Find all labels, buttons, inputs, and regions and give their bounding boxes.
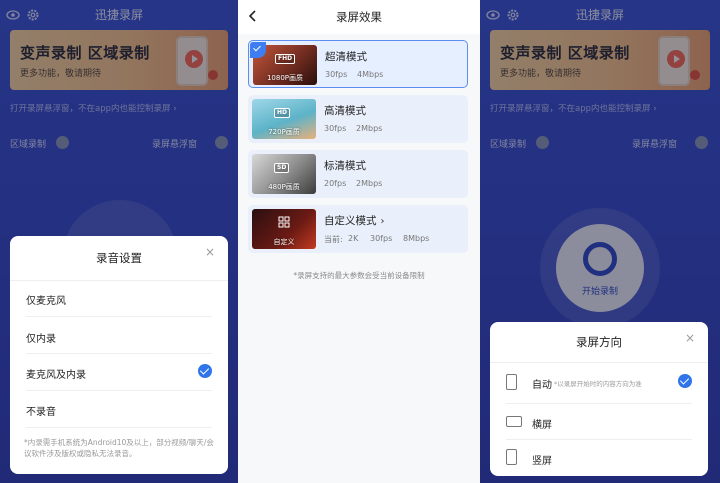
mode-thumbnail: HD 720P画质 — [252, 99, 316, 139]
audio-option-none[interactable]: 不录音 — [10, 391, 228, 427]
audio-settings-sheet: 录音设置 × 仅麦克风 仅内录 麦克风及内录 不录音 *内录需手机系统为Andr… — [10, 236, 228, 474]
close-icon[interactable]: × — [682, 330, 698, 346]
header: 录屏效果 — [238, 0, 480, 34]
option-label: 自动 — [532, 380, 552, 391]
custom-mode-name: 自定义模式 — [324, 215, 377, 227]
thumbnail-caption: 自定义 — [273, 238, 295, 246]
checkmark-icon — [198, 364, 212, 378]
option-label: 仅麦克风 — [26, 296, 66, 307]
thumbnail-caption: 720P画质 — [268, 128, 300, 136]
grid-icon — [278, 216, 290, 228]
mode-card-fhd[interactable]: FHD 1080P画质 超清模式 30fps 4Mbps — [248, 40, 468, 88]
option-hint: *以录屏开始时的内容方向为准 — [554, 380, 642, 388]
quality-badge: SD — [274, 163, 290, 173]
custom-resolution: 2K — [348, 234, 359, 243]
sheet-title: 录音设置 — [96, 251, 142, 265]
audio-settings-screen: 迅捷录屏 变声录制 区域录制 更多功能，敬请期待 打开录屏悬浮窗，不在app内也… — [0, 0, 238, 483]
mode-name: 自定义模式 › — [324, 213, 385, 228]
mode-name: 标清模式 — [324, 160, 366, 172]
orientation-settings-screen: 迅捷录屏 变声录制 区域录制 更多功能，敬请期待 打开录屏悬浮窗，不在app内也… — [480, 0, 720, 483]
current-label: 当前: — [324, 235, 343, 244]
mode-fps: 20fps — [324, 179, 347, 188]
mode-bitrate: 4Mbps — [357, 70, 384, 79]
orientation-option-landscape[interactable]: 横屏 — [490, 404, 708, 440]
option-label: 不录音 — [26, 407, 56, 418]
audio-note: *内录需手机系统为Android10及以上，部分视频/聊天/会议软件涉及版权或隐… — [24, 438, 214, 458]
sheet-title: 录屏方向 — [576, 335, 622, 349]
mode-fps: 30fps — [325, 70, 348, 79]
auto-rotate-icon — [506, 374, 517, 390]
mode-bitrate: 2Mbps — [356, 124, 383, 133]
chevron-right-icon: › — [380, 216, 385, 227]
checkmark-icon — [678, 374, 692, 388]
selected-check-icon — [250, 42, 266, 58]
mode-name: 超清模式 — [325, 51, 367, 63]
mode-card-custom[interactable]: 自定义 自定义模式 › 当前: 2K 30fps 8Mbps — [248, 205, 468, 253]
mode-name: 高清模式 — [324, 105, 366, 117]
recording-quality-screen: 录屏效果 FHD 1080P画质 超清模式 30fps 4Mbps HD 720… — [238, 0, 480, 483]
close-icon[interactable]: × — [202, 244, 218, 260]
quality-badge: FHD — [275, 54, 296, 64]
thumbnail-caption: 1080P画质 — [266, 74, 304, 82]
mode-thumbnail: SD 480P画质 — [252, 154, 316, 194]
mode-bitrate: 8Mbps — [403, 234, 430, 243]
orientation-option-auto[interactable]: 自动 *以录屏开始时的内容方向为准 — [490, 364, 708, 400]
mode-card-sd[interactable]: SD 480P画质 标清模式 20fps 2Mbps — [248, 150, 468, 198]
page-title: 录屏效果 — [336, 10, 382, 24]
orientation-sheet: 录屏方向 × 自动 *以录屏开始时的内容方向为准 横屏 竖屏 — [490, 322, 708, 476]
orientation-option-portrait[interactable]: 竖屏 — [490, 440, 708, 476]
option-label: 横屏 — [532, 420, 552, 431]
mode-card-hd[interactable]: HD 720P画质 高清模式 30fps 2Mbps — [248, 95, 468, 143]
audio-option-internal-only[interactable]: 仅内录 — [10, 318, 228, 354]
option-label: 竖屏 — [532, 456, 552, 467]
mode-thumbnail: 自定义 — [252, 209, 316, 249]
audio-option-mic-and-internal[interactable]: 麦克风及内录 — [10, 354, 228, 390]
mode-fps: 30fps — [370, 234, 393, 243]
mode-bitrate: 2Mbps — [356, 179, 383, 188]
portrait-icon — [506, 449, 517, 465]
divider — [490, 362, 708, 363]
mode-fps: 30fps — [324, 124, 347, 133]
landscape-icon — [506, 416, 522, 427]
option-label: 仅内录 — [26, 334, 56, 345]
device-limit-note: *录屏支持的最大参数会受当前设备限制 — [293, 271, 425, 280]
quality-badge: HD — [274, 108, 291, 118]
divider — [26, 427, 212, 428]
divider — [26, 316, 212, 317]
audio-option-mic-only[interactable]: 仅麦克风 — [10, 280, 228, 316]
thumbnail-caption: 480P画质 — [268, 183, 300, 191]
option-label: 麦克风及内录 — [26, 370, 86, 381]
